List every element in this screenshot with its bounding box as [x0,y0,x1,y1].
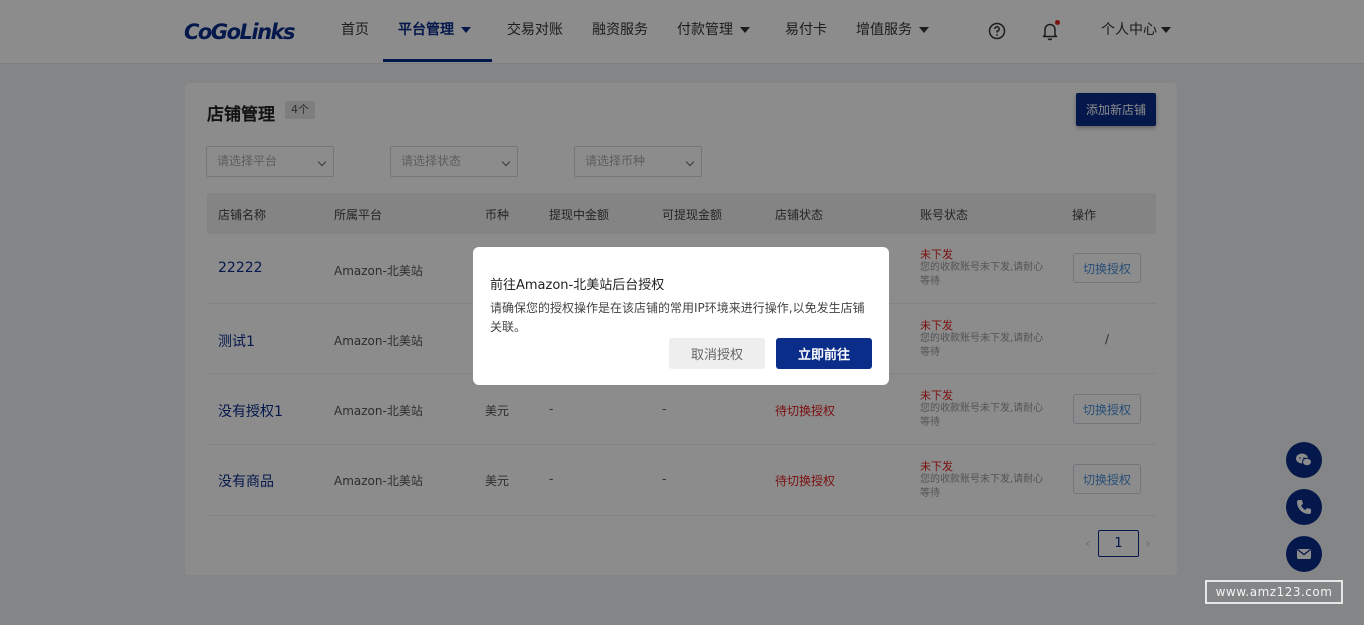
dialog-message: 请确保您的授权操作是在该店铺的常用IP环境来进行操作,以免发生店铺关联。 [490,301,865,334]
go-now-button[interactable]: 立即前往 [776,338,872,369]
watermark: www.amz123.com [1205,580,1343,604]
authorization-dialog: 前往Amazon-北美站后台授权 请确保您的授权操作是在该店铺的常用IP环境来进… [473,247,889,385]
cancel-authorization-button[interactable]: 取消授权 [669,338,765,369]
dialog-title: 前往Amazon-北美站后台授权 [490,278,665,293]
